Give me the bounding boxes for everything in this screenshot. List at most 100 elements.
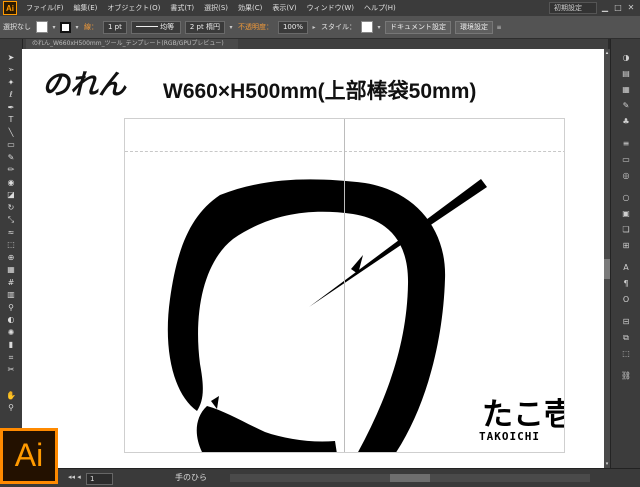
line-tool-icon[interactable]: ╲ (5, 128, 17, 138)
eyedropper-tool-icon[interactable]: ⚲ (5, 303, 17, 313)
direct-selection-tool-icon[interactable]: ➢ (5, 65, 17, 75)
brand-logo-japanese: たこ壱 (482, 397, 564, 433)
swatches-panel-icon[interactable]: ▦ (620, 85, 632, 95)
center-guide (344, 119, 345, 452)
panel-dock: ◑ ▤ ▦ ✎ ♣ ≡ ▭ ◎ ○ ▣ ❏ ⊞ A ¶ O ⊟ ⧉ ⬚ ⛓ (610, 39, 640, 468)
pencil-tool-icon[interactable]: ✏ (5, 165, 17, 175)
variable-width-profile[interactable]: 均等 (130, 20, 181, 34)
magic-wand-tool-icon[interactable]: ✦ (5, 78, 17, 88)
color-panel-icon[interactable]: ◑ (620, 53, 632, 63)
artboard[interactable]: たこ壱 TAKOICHI (124, 118, 565, 453)
workspace-switcher[interactable]: 初期設定 (549, 2, 597, 14)
status-bar: ◂◂ ◂ 1 手のひら (0, 468, 640, 487)
stroke-swatch[interactable] (60, 21, 71, 33)
opacity-field[interactable]: 100% (277, 20, 308, 34)
gradient-tool-icon[interactable]: ▥ (5, 290, 17, 300)
artboard-nav-arrows-icon[interactable]: ◂◂ ◂ (68, 473, 81, 481)
shape-builder-tool-icon[interactable]: ⊕ (5, 253, 17, 263)
noren-heading: のれん (42, 68, 127, 101)
stroke-weight-field[interactable]: 1 pt (103, 20, 127, 34)
pen-tool-icon[interactable]: ✒ (5, 103, 17, 113)
style-label: スタイル： (320, 23, 356, 31)
appearance-panel-icon[interactable]: ○ (620, 193, 632, 203)
menu-edit[interactable]: 編集(E) (69, 3, 103, 13)
selection-tool-icon[interactable]: ➤ (5, 53, 17, 63)
symbol-sprayer-tool-icon[interactable]: ✺ (5, 328, 17, 338)
menu-effect[interactable]: 効果(C) (233, 3, 267, 13)
character-panel-icon[interactable]: A (620, 263, 632, 273)
menu-view[interactable]: 表示(V) (267, 3, 301, 13)
document-tab[interactable]: のれん_W660xH500mm_ツール_テンプレート(RGB/GPUプレビュー) (26, 39, 238, 49)
control-bar: 選択なし ▾ ▾ 線： 1 pt 均等 2 pt 楕円 ▾ 不透明度： 100%… (0, 16, 640, 39)
brand-logo-english: TAKOICHI (479, 430, 540, 443)
eraser-tool-icon[interactable]: ◪ (5, 190, 17, 200)
rectangle-tool-icon[interactable]: ▭ (5, 140, 17, 150)
horizontal-scroll-thumb[interactable] (390, 474, 430, 482)
artboards-panel-icon[interactable]: ⊞ (620, 241, 632, 251)
column-graph-tool-icon[interactable]: ▮ (5, 340, 17, 350)
chevron-right-icon[interactable]: ▸ (310, 22, 318, 33)
brushes-panel-icon[interactable]: ✎ (620, 101, 632, 111)
chevron-down-icon[interactable]: ▾ (227, 22, 235, 33)
graphic-style-swatch[interactable] (360, 21, 373, 33)
artboard-tool-icon[interactable]: ⌗ (5, 353, 17, 363)
minimize-icon[interactable]: ▁ (600, 3, 610, 13)
fill-swatch[interactable] (36, 21, 48, 33)
document-tab-title: のれん_W660xH500mm_ツール_テンプレート(RGB/GPUプレビュー) (32, 40, 224, 47)
profile-line-icon (135, 26, 158, 27)
maximize-icon[interactable]: □ (613, 3, 623, 13)
menu-type[interactable]: 書式(T) (165, 3, 199, 13)
color-guide-panel-icon[interactable]: ▤ (620, 69, 632, 79)
close-icon[interactable]: ✕ (626, 3, 636, 13)
paragraph-panel-icon[interactable]: ¶ (620, 279, 632, 289)
stroke-label[interactable]: 線： (84, 22, 98, 32)
panel-menu-icon[interactable]: ≡ (495, 22, 503, 33)
horizontal-scrollbar[interactable] (230, 474, 590, 482)
transparency-panel-icon[interactable]: ◎ (620, 171, 632, 181)
blend-tool-icon[interactable]: ◐ (5, 315, 17, 325)
illustrator-logo-badge: Ai (0, 428, 58, 484)
type-tool-icon[interactable]: T (5, 115, 17, 125)
menu-object[interactable]: オブジェクト(O) (102, 3, 165, 13)
lasso-tool-icon[interactable]: ℓ (5, 90, 17, 100)
brush-definition[interactable]: 2 pt 楕円 (184, 20, 225, 34)
align-panel-icon[interactable]: ⊟ (620, 317, 632, 327)
slice-tool-icon[interactable]: ✂ (5, 365, 17, 375)
graphic-styles-panel-icon[interactable]: ▣ (620, 209, 632, 219)
gradient-panel-icon[interactable]: ▭ (620, 155, 632, 165)
opacity-label[interactable]: 不透明度： (238, 22, 273, 32)
free-transform-tool-icon[interactable]: ⬚ (5, 240, 17, 250)
pathfinder-panel-icon[interactable]: ⧉ (620, 333, 632, 343)
preferences-button[interactable]: 環境設定 (454, 20, 493, 34)
zoom-tool-icon[interactable]: ⚲ (5, 403, 17, 413)
mesh-tool-icon[interactable]: # (5, 278, 17, 288)
stroke-panel-icon[interactable]: ≡ (620, 139, 632, 149)
menu-file[interactable]: ファイル(F) (21, 3, 69, 13)
transform-panel-icon[interactable]: ⬚ (620, 349, 632, 359)
menu-bar: Ai ファイル(F) 編集(E) オブジェクト(O) 書式(T) 選択(S) 効… (0, 0, 640, 16)
artboard-number-field[interactable]: 1 (86, 473, 113, 485)
profile-label: 均等 (160, 22, 175, 31)
scale-tool-icon[interactable]: ⤡ (5, 215, 17, 225)
menu-select[interactable]: 選択(S) (199, 3, 233, 13)
warp-tool-icon[interactable]: ≈ (5, 228, 17, 238)
rotate-tool-icon[interactable]: ↻ (5, 203, 17, 213)
opentype-panel-icon[interactable]: O (620, 295, 632, 305)
dimension-text: W660×H500mm(上部棒袋50mm) (163, 80, 477, 103)
canvas[interactable]: のれん W660×H500mm(上部棒袋50mm) たこ壱 TAKOICHI (22, 49, 604, 468)
paintbrush-tool-icon[interactable]: ✎ (5, 153, 17, 163)
symbols-panel-icon[interactable]: ♣ (620, 117, 632, 127)
perspective-grid-tool-icon[interactable]: ▦ (5, 265, 17, 275)
menu-help[interactable]: ヘルプ(H) (359, 3, 401, 13)
selection-status: 選択なし (3, 23, 31, 31)
links-panel-icon[interactable]: ⛓ (620, 371, 632, 381)
layers-panel-icon[interactable]: ❏ (620, 225, 632, 235)
blob-brush-tool-icon[interactable]: ◉ (5, 178, 17, 188)
chevron-down-icon[interactable]: ▾ (73, 22, 81, 33)
status-tool-text: 手のひら (175, 473, 207, 482)
hand-tool-icon[interactable]: ✋ (5, 391, 17, 401)
menu-window[interactable]: ウィンドウ(W) (302, 3, 359, 13)
chevron-down-icon[interactable]: ▾ (375, 22, 383, 33)
chevron-down-icon[interactable]: ▾ (50, 22, 58, 33)
document-settings-button[interactable]: ドキュメント設定 (384, 20, 451, 34)
